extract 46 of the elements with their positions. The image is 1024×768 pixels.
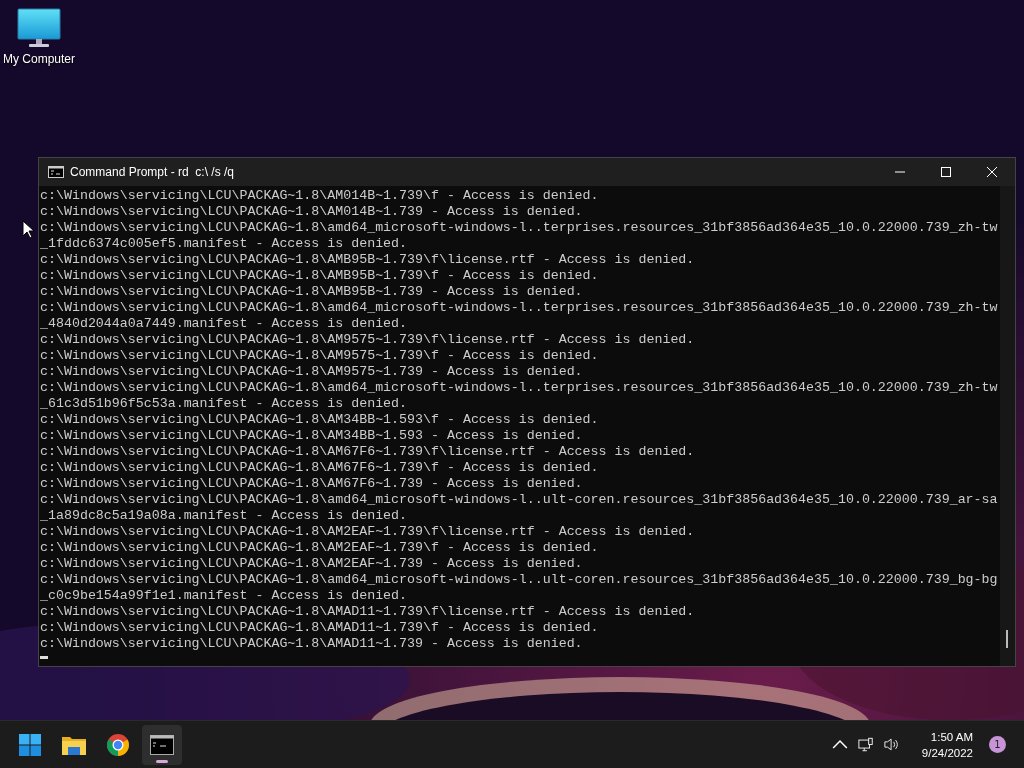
console-line: c:\Windows\servicing\LCU\PACKAG~1.8\AM2EAF~1.739 - Access is denied.	[40, 556, 584, 572]
windows-logo-icon	[18, 732, 42, 757]
console-line: c:\Windows\servicing\LCU\PACKAG~1.8\AMAD11~1.739 - Access is denied.	[40, 636, 584, 652]
console-line: c:\Windows\servicing\LCU\PACKAG~1.8\amd64_microsoft-windows-l..terprises.resources_31bf3856ad364e35_10.0.22000.739_zh-tw	[40, 220, 999, 236]
network-icon[interactable]	[857, 737, 874, 752]
console-line: _4840d2044a0a7449.manifest - Access is denied.	[40, 316, 409, 332]
console-line: c:\Windows\servicing\LCU\PACKAG~1.8\AM9575~1.739 - Access is denied.	[40, 364, 584, 380]
console-line: c:\Windows\servicing\LCU\PACKAG~1.8\AM9575~1.739\f\license.rtf - Access is denied.	[40, 332, 696, 348]
console-line: c:\Windows\servicing\LCU\PACKAG~1.8\AM67F6~1.739 - Access is denied.	[40, 476, 584, 492]
console-line: c:\Windows\servicing\LCU\PACKAG~1.8\amd64_microsoft-windows-l..ult-coren.resources_31bf3856ad364e35_10.0.22000.739_ar-sa	[40, 492, 999, 508]
console-line: c:\Windows\servicing\LCU\PACKAG~1.8\AM2EAF~1.739\f - Access is denied.	[40, 540, 600, 556]
maximize-icon	[941, 167, 951, 177]
console-icon[interactable]	[142, 724, 182, 765]
window-title: Command Prompt - rd c:\ /s /q	[70, 165, 235, 179]
clock-time: 1:50 AM	[930, 729, 973, 745]
console-line: c:\Windows\servicing\LCU\PACKAG~1.8\AMB95B~1.739\f - Access is denied.	[40, 268, 600, 284]
console-line: _61c3d51b96f5c53a.manifest - Access is denied.	[40, 396, 409, 412]
clock-date: 9/24/2022	[921, 745, 973, 761]
console-line: c:\Windows\servicing\LCU\PACKAG~1.8\AM67F6~1.739\f\license.rtf - Access is denied.	[40, 444, 696, 460]
console-line: _c0c9be154a99f1e1.manifest - Access is denied.	[40, 588, 409, 604]
console-line: _1fddc6374c005ef5.manifest - Access is denied.	[40, 236, 409, 252]
console-line: c:\Windows\servicing\LCU\PACKAG~1.8\AM67F6~1.739\f - Access is denied.	[40, 460, 600, 476]
console-line: c:\Windows\servicing\LCU\PACKAG~1.8\AMB95B~1.739\f\license.rtf - Access is denied.	[40, 252, 696, 268]
console-icon	[48, 166, 64, 178]
console-line: c:\Windows\servicing\LCU\PACKAG~1.8\AMAD11~1.739\f - Access is denied.	[40, 620, 600, 636]
close-icon	[987, 167, 997, 177]
console-line: c:\Windows\servicing\LCU\PACKAG~1.8\AM2EAF~1.739\f\license.rtf - Access is denied.	[40, 524, 696, 540]
console-line: c:\Windows\servicing\LCU\PACKAG~1.8\AMB95B~1.739 - Access is denied.	[40, 284, 584, 300]
console-line: c:\Windows\servicing\LCU\PACKAG~1.8\AM34BB~1.593\f - Access is denied.	[40, 412, 600, 428]
console-line: c:\Windows\servicing\LCU\PACKAG~1.8\amd64_microsoft-windows-l..ult-coren.resources_31bf3856ad364e35_10.0.22000.739_bg-bg	[40, 572, 999, 588]
mouse-pointer-icon	[22, 220, 34, 239]
text-cursor-icon	[40, 656, 48, 659]
console-line: c:\Windows\servicing\LCU\PACKAG~1.8\AM014B~1.739 - Access is denied.	[40, 204, 584, 220]
console-line: c:\Windows\servicing\LCU\PACKAG~1.8\AMAD11~1.739\f\license.rtf - Access is denied.	[40, 604, 696, 620]
console-line: c:\Windows\servicing\LCU\PACKAG~1.8\amd64_microsoft-windows-l..terprises.resources_31bf3856ad364e35_10.0.22000.739_zh-tw	[40, 300, 999, 316]
desktop-icon-label[interactable]: My Computer	[3, 52, 75, 66]
notification-badge[interactable]: 1	[989, 736, 1006, 753]
console-line: c:\Windows\servicing\LCU\PACKAG~1.8\AM34BB~1.593 - Access is denied.	[40, 428, 584, 444]
console-line: c:\Windows\servicing\LCU\PACKAG~1.8\AM014B~1.739\f - Access is denied.	[40, 188, 600, 204]
console-line: c:\Windows\servicing\LCU\PACKAG~1.8\amd64_microsoft-windows-l..terprises.resources_31bf3856ad364e35_10.0.22000.739_zh-tw	[40, 380, 999, 396]
speaker-icon[interactable]	[883, 737, 900, 752]
console-line: c:\Windows\servicing\LCU\PACKAG~1.8\AM9575~1.739\f - Access is denied.	[40, 348, 600, 364]
monitor-icon[interactable]	[17, 8, 61, 48]
console-line: _1a89dc8c5a19a08a.manifest - Access is denied.	[40, 508, 409, 524]
scrollbar[interactable]	[1000, 186, 1015, 666]
clock[interactable]: 1:50 AM 9/24/2022	[921, 728, 973, 761]
